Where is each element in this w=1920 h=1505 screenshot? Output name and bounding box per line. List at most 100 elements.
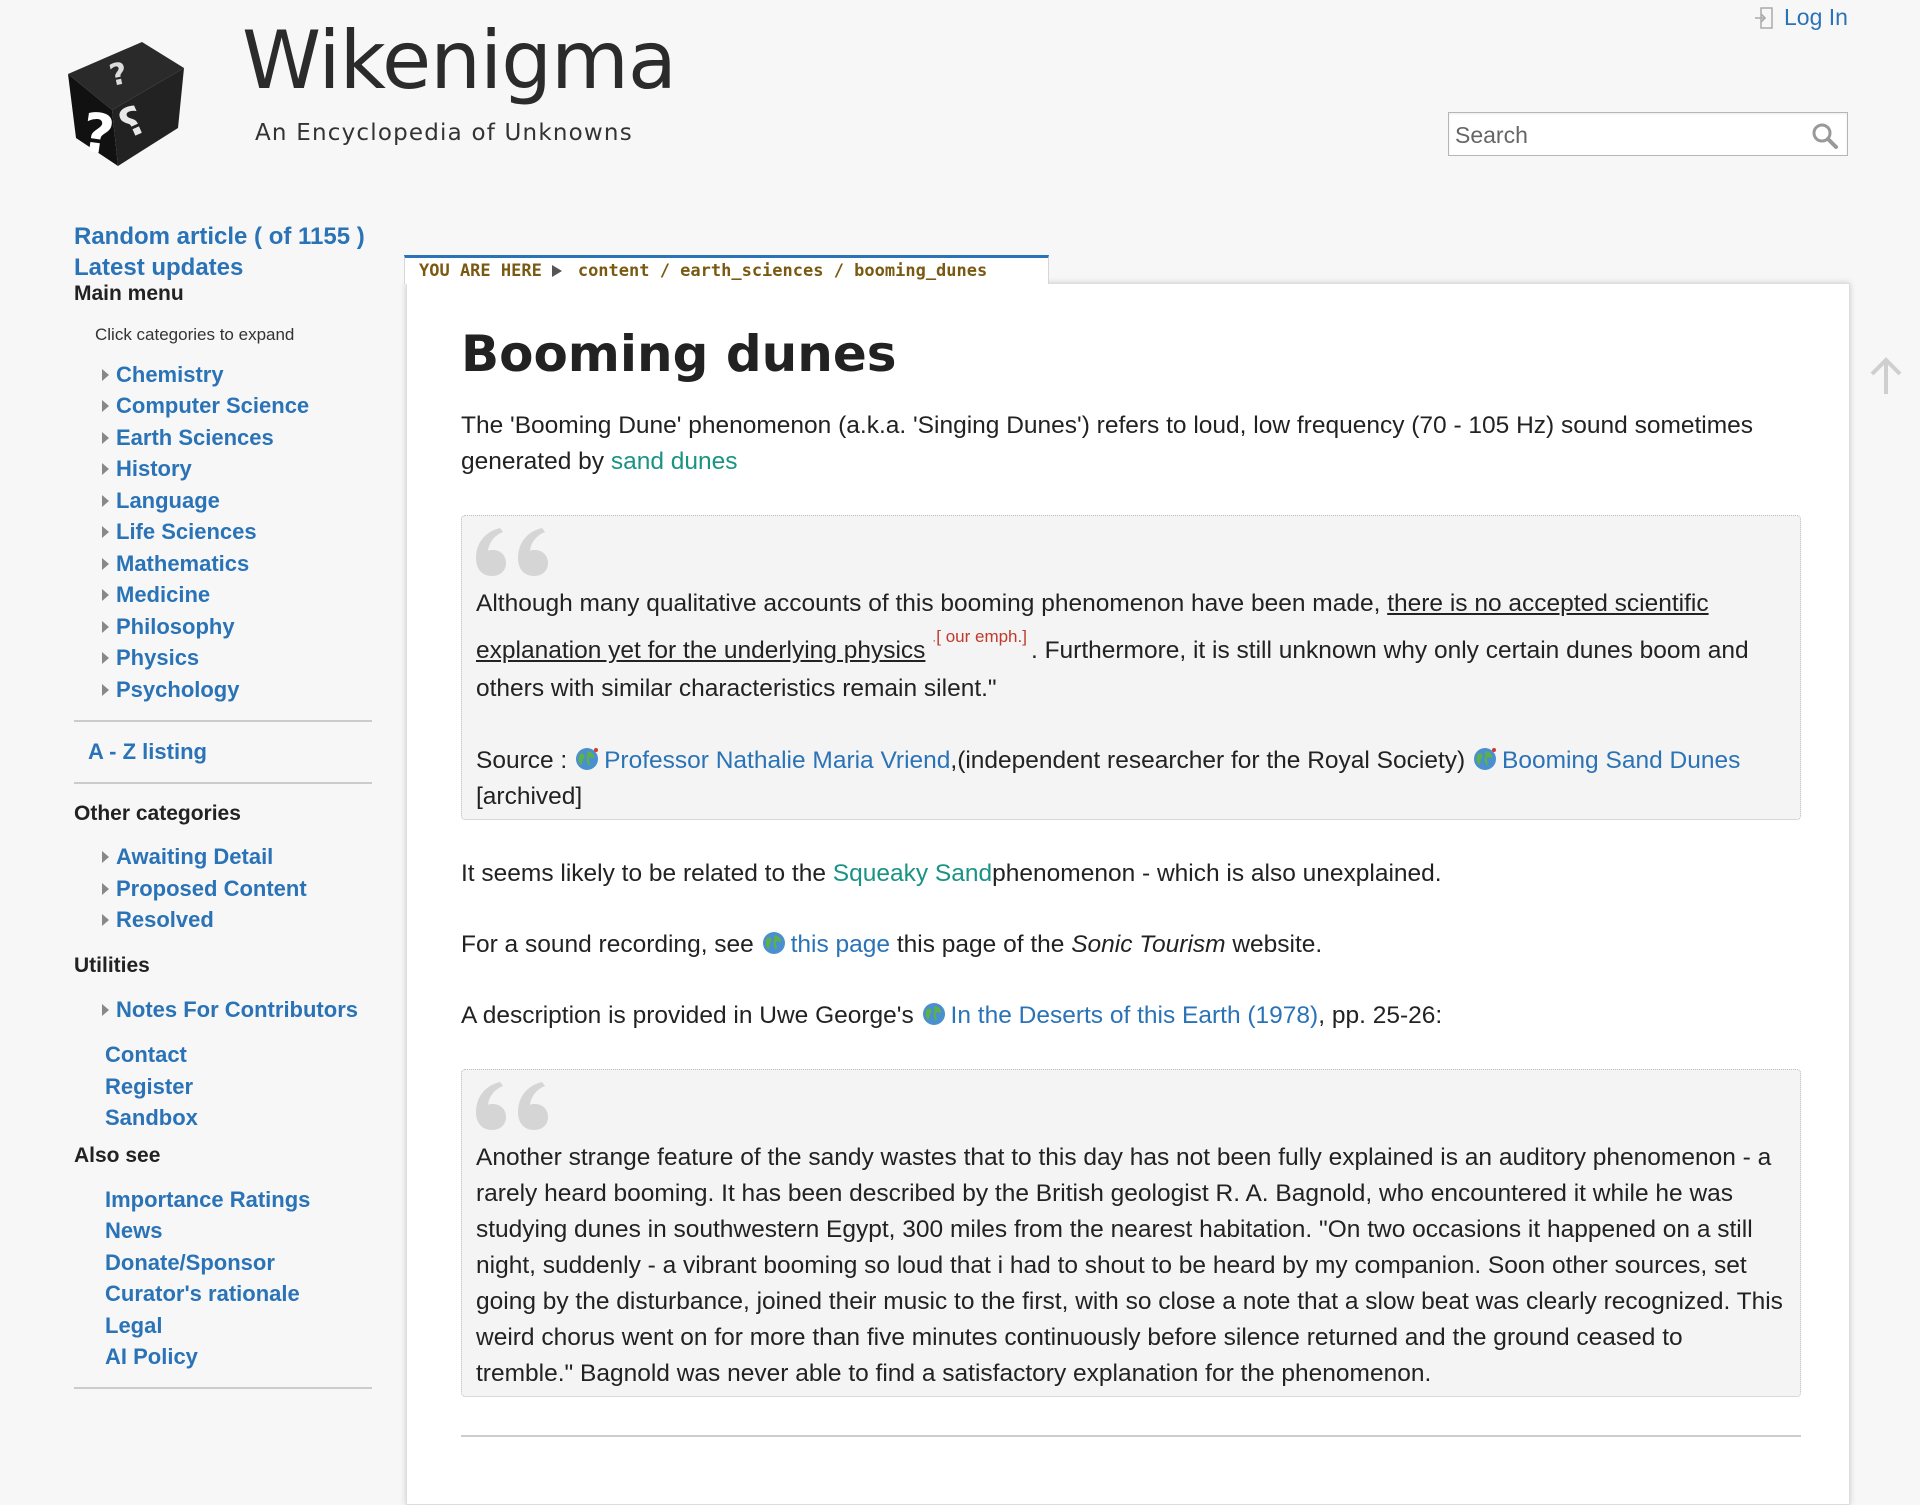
register-link[interactable]: Register	[105, 1074, 193, 1100]
sonic-tourism-text: Sonic Tourism	[1071, 931, 1226, 958]
category-link[interactable]: Resolved	[116, 907, 214, 933]
category-link[interactable]: Earth Sciences	[116, 425, 274, 451]
other-category-resolved[interactable]: Resolved	[102, 905, 372, 937]
paragraph-text: A description is provided in Uwe George'…	[461, 1002, 921, 1029]
globe-icon	[576, 748, 599, 770]
sidebar: Random article ( of 1155 ) Latest update…	[74, 220, 372, 1403]
sound-recording-paragraph: For a sound recording, see this page thi…	[461, 927, 1801, 963]
category-link[interactable]: Language	[116, 488, 220, 514]
curators-rationale-link[interactable]: Curator's rationale	[105, 1281, 300, 1307]
page-title: Booming dunes	[461, 325, 897, 383]
login-link[interactable]: Log In	[1754, 4, 1848, 31]
paragraph-text: It seems likely to be related to the	[461, 860, 833, 887]
category-link[interactable]: Computer Science	[116, 393, 309, 419]
category-item-philosophy[interactable]: Philosophy	[102, 611, 372, 643]
paragraph-text: , pp. 25-26:	[1318, 1002, 1443, 1029]
breadcrumb-label: YOU ARE HERE	[419, 261, 542, 281]
triangle-right-icon	[102, 400, 109, 413]
paragraph-text: For a sound recording, see	[461, 931, 761, 958]
vriend-link[interactable]: Professor Nathalie Maria Vriend	[604, 747, 950, 774]
triangle-right-icon	[102, 494, 109, 507]
category-link[interactable]: Medicine	[116, 582, 210, 608]
site-title[interactable]: Wikenigma	[242, 14, 677, 107]
news-link[interactable]: News	[105, 1218, 162, 1244]
category-item-medicine[interactable]: Medicine	[102, 580, 372, 612]
az-listing-link[interactable]: A - Z listing	[88, 736, 372, 768]
content-divider	[461, 1435, 1801, 1437]
category-item-psychology[interactable]: Psychology	[102, 674, 372, 706]
triangle-right-icon	[102, 620, 109, 633]
category-item-physics[interactable]: Physics	[102, 643, 372, 675]
category-link[interactable]: Psychology	[116, 677, 239, 703]
triangle-right-icon	[102, 683, 109, 696]
utility-notes-for-contributors[interactable]: Notes For Contributors	[102, 994, 372, 1026]
other-categories-heading: Other categories	[74, 801, 241, 825]
triangle-right-icon	[102, 914, 109, 927]
sidebar-divider	[74, 781, 372, 784]
category-link[interactable]: Awaiting Detail	[116, 844, 273, 870]
category-item-computer-science[interactable]: Computer Science	[102, 391, 372, 423]
category-item-life-sciences[interactable]: Life Sciences	[102, 517, 372, 549]
sidebar-divider	[74, 719, 372, 722]
category-item-chemistry[interactable]: Chemistry	[102, 359, 372, 391]
search-input[interactable]	[1453, 113, 1797, 157]
squeaky-sand-paragraph: It seems likely to be related to the Squ…	[461, 856, 1801, 892]
magnifier-icon	[1812, 123, 1838, 149]
category-item-mathematics[interactable]: Mathematics	[102, 548, 372, 580]
login-label: Log In	[1784, 4, 1848, 30]
category-link[interactable]: Chemistry	[116, 362, 224, 388]
random-article-link[interactable]: Random article ( of 1155 )	[74, 220, 372, 253]
quote-source: Source : Professor Nathalie Maria Vriend…	[476, 743, 1786, 815]
category-link[interactable]: Proposed Content	[116, 876, 307, 902]
quote-text: Another strange feature of the sandy was…	[476, 1144, 1783, 1387]
other-category-awaiting-detail[interactable]: Awaiting Detail	[102, 842, 372, 874]
booming-sand-dunes-link[interactable]: Booming Sand Dunes	[1502, 747, 1740, 774]
article-body: Booming dunes The 'Booming Dune' phenome…	[461, 324, 1801, 1437]
quote-text-part: Although many qualitative accounts of th…	[476, 590, 1388, 617]
legal-link[interactable]: Legal	[105, 1313, 162, 1339]
triangle-right-icon	[102, 431, 109, 444]
triangle-right-icon	[102, 652, 109, 665]
sandbox-link[interactable]: Sandbox	[105, 1105, 198, 1131]
category-link[interactable]: Notes For Contributors	[116, 997, 358, 1023]
utilities-links: Contact Register Sandbox	[74, 1040, 372, 1135]
category-item-history[interactable]: History	[102, 454, 372, 486]
quote-block: Another strange feature of the sandy was…	[461, 1069, 1801, 1397]
also-see-links: Importance Ratings News Donate/Sponsor C…	[74, 1184, 372, 1373]
emphasis-note: [ our emph.]	[936, 627, 1027, 646]
contact-link[interactable]: Contact	[105, 1042, 187, 1068]
main-menu-heading: Main menu	[74, 282, 184, 305]
breadcrumb-path[interactable]: content / earth_sciences / booming_dunes	[578, 261, 987, 281]
also-see-heading: Also see	[74, 1144, 161, 1167]
category-tree: Chemistry Computer Science Earth Science…	[74, 359, 372, 706]
category-item-language[interactable]: Language	[102, 485, 372, 517]
latest-updates-link[interactable]: Latest updates	[74, 255, 372, 281]
source-label: Source :	[476, 747, 575, 774]
logo-cube-icon[interactable]: ? ? ?	[60, 18, 190, 168]
squeaky-sand-link[interactable]: Squeaky Sand	[833, 860, 992, 887]
category-link[interactable]: Philosophy	[116, 614, 235, 640]
quote-block: Although many qualitative accounts of th…	[461, 515, 1801, 820]
ai-policy-link[interactable]: AI Policy	[105, 1344, 198, 1370]
other-category-proposed-content[interactable]: Proposed Content	[102, 873, 372, 905]
quote-mark-icon	[476, 528, 548, 576]
this-page-link[interactable]: this page	[791, 931, 890, 958]
importance-ratings-link[interactable]: Importance Ratings	[105, 1187, 310, 1213]
deserts-book-link[interactable]: In the Deserts of this Earth (1978)	[951, 1002, 1319, 1029]
category-link[interactable]: Mathematics	[116, 551, 249, 577]
utilities-heading: Utilities	[74, 954, 150, 977]
arrow-up-icon[interactable]	[1866, 356, 1906, 396]
triangle-right-icon	[102, 882, 109, 895]
donate-sponsor-link[interactable]: Donate/Sponsor	[105, 1250, 275, 1276]
paragraph-text: phenomenon - which is also unexplained.	[992, 860, 1442, 887]
expand-hint: Click categories to expand	[95, 325, 295, 344]
category-link[interactable]: Life Sciences	[116, 519, 257, 545]
sand-dunes-link[interactable]: sand dunes	[611, 448, 738, 475]
paragraph-text: website.	[1225, 931, 1323, 958]
triangle-right-icon	[102, 589, 109, 602]
category-item-earth-sciences[interactable]: Earth Sciences	[102, 422, 372, 454]
search-button[interactable]	[1811, 122, 1839, 150]
triangle-right-icon	[102, 851, 109, 864]
category-link[interactable]: History	[116, 456, 192, 482]
category-link[interactable]: Physics	[116, 645, 199, 671]
